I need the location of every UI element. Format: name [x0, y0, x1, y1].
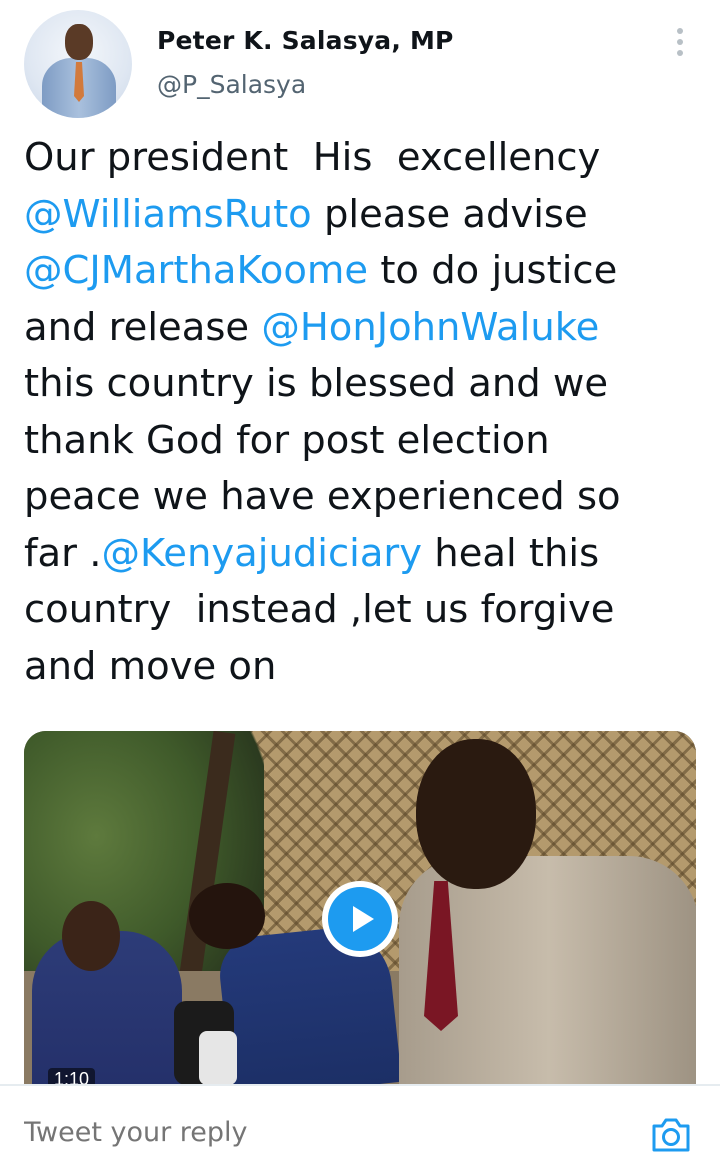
tweet-body: Our president His excellency @WilliamsRut… — [24, 130, 704, 695]
tweet-text-segment: Our president His excellency — [24, 135, 601, 180]
tweet-line: @CJMarthaKoome to do justice — [24, 243, 704, 300]
tweet-header: Peter K. Salasya, MP @P_Salasya — [0, 0, 720, 125]
camera-icon[interactable] — [650, 1116, 692, 1154]
mention-link[interactable]: @Kenyajudiciary — [101, 531, 422, 576]
tweet-text-segment: country instead ,let us forgive — [24, 587, 615, 632]
tweet-line: country instead ,let us forgive — [24, 582, 704, 639]
tweet-line: far .@Kenyajudiciary heal this — [24, 526, 704, 583]
tweet-text-segment: far . — [24, 530, 102, 576]
author-handle[interactable]: @P_Salasya — [157, 70, 306, 99]
tweet-text-segment: this country is blessed and we — [24, 361, 609, 406]
more-dot — [677, 39, 683, 45]
mention-link[interactable]: @CJMarthaKoome — [24, 248, 368, 293]
tweet-line: thank God for post election — [24, 413, 704, 470]
tweet-text-segment: to do justice — [368, 248, 618, 293]
tweet-text-segment: please advise — [311, 191, 588, 237]
tweet-line: and release @HonJohnWaluke — [24, 300, 704, 357]
tweet-text-segment: thank God for post election — [24, 417, 550, 463]
tweet-line: this country is blessed and we — [24, 356, 704, 413]
reply-input[interactable] — [24, 1117, 584, 1148]
tweet-line: peace we have experienced so — [24, 469, 704, 526]
video-thumbnail[interactable]: 1:10 — [24, 731, 696, 1084]
play-icon — [328, 887, 392, 951]
tweet-line: Our president His excellency — [24, 130, 704, 187]
more-dot — [677, 28, 683, 34]
person-middle-face — [189, 883, 265, 949]
tweet-line: and move on — [24, 639, 704, 696]
author-display-name[interactable]: Peter K. Salasya, MP — [157, 26, 454, 55]
mention-link[interactable]: @WilliamsRuto — [24, 192, 312, 237]
video-duration: 1:10 — [48, 1068, 96, 1084]
person-left-face — [62, 901, 120, 971]
more-options-icon[interactable] — [666, 26, 694, 58]
author-avatar[interactable] — [24, 10, 132, 118]
tweet-text-segment: and move on — [24, 643, 277, 689]
tweet-line: @WilliamsRuto please advise — [24, 187, 704, 244]
person-right-face — [416, 739, 536, 889]
more-dot — [677, 50, 683, 56]
avatar-head — [65, 24, 93, 60]
reply-bar — [0, 1086, 720, 1158]
play-button[interactable] — [322, 881, 398, 957]
tweet-text-segment: peace we have experienced so — [24, 474, 621, 519]
microphone — [199, 1031, 237, 1084]
mention-link[interactable]: @HonJohnWaluke — [261, 305, 599, 350]
tweet-text-segment: heal this — [422, 530, 600, 576]
tweet-text-segment: and release — [24, 304, 262, 350]
play-triangle — [353, 906, 374, 932]
